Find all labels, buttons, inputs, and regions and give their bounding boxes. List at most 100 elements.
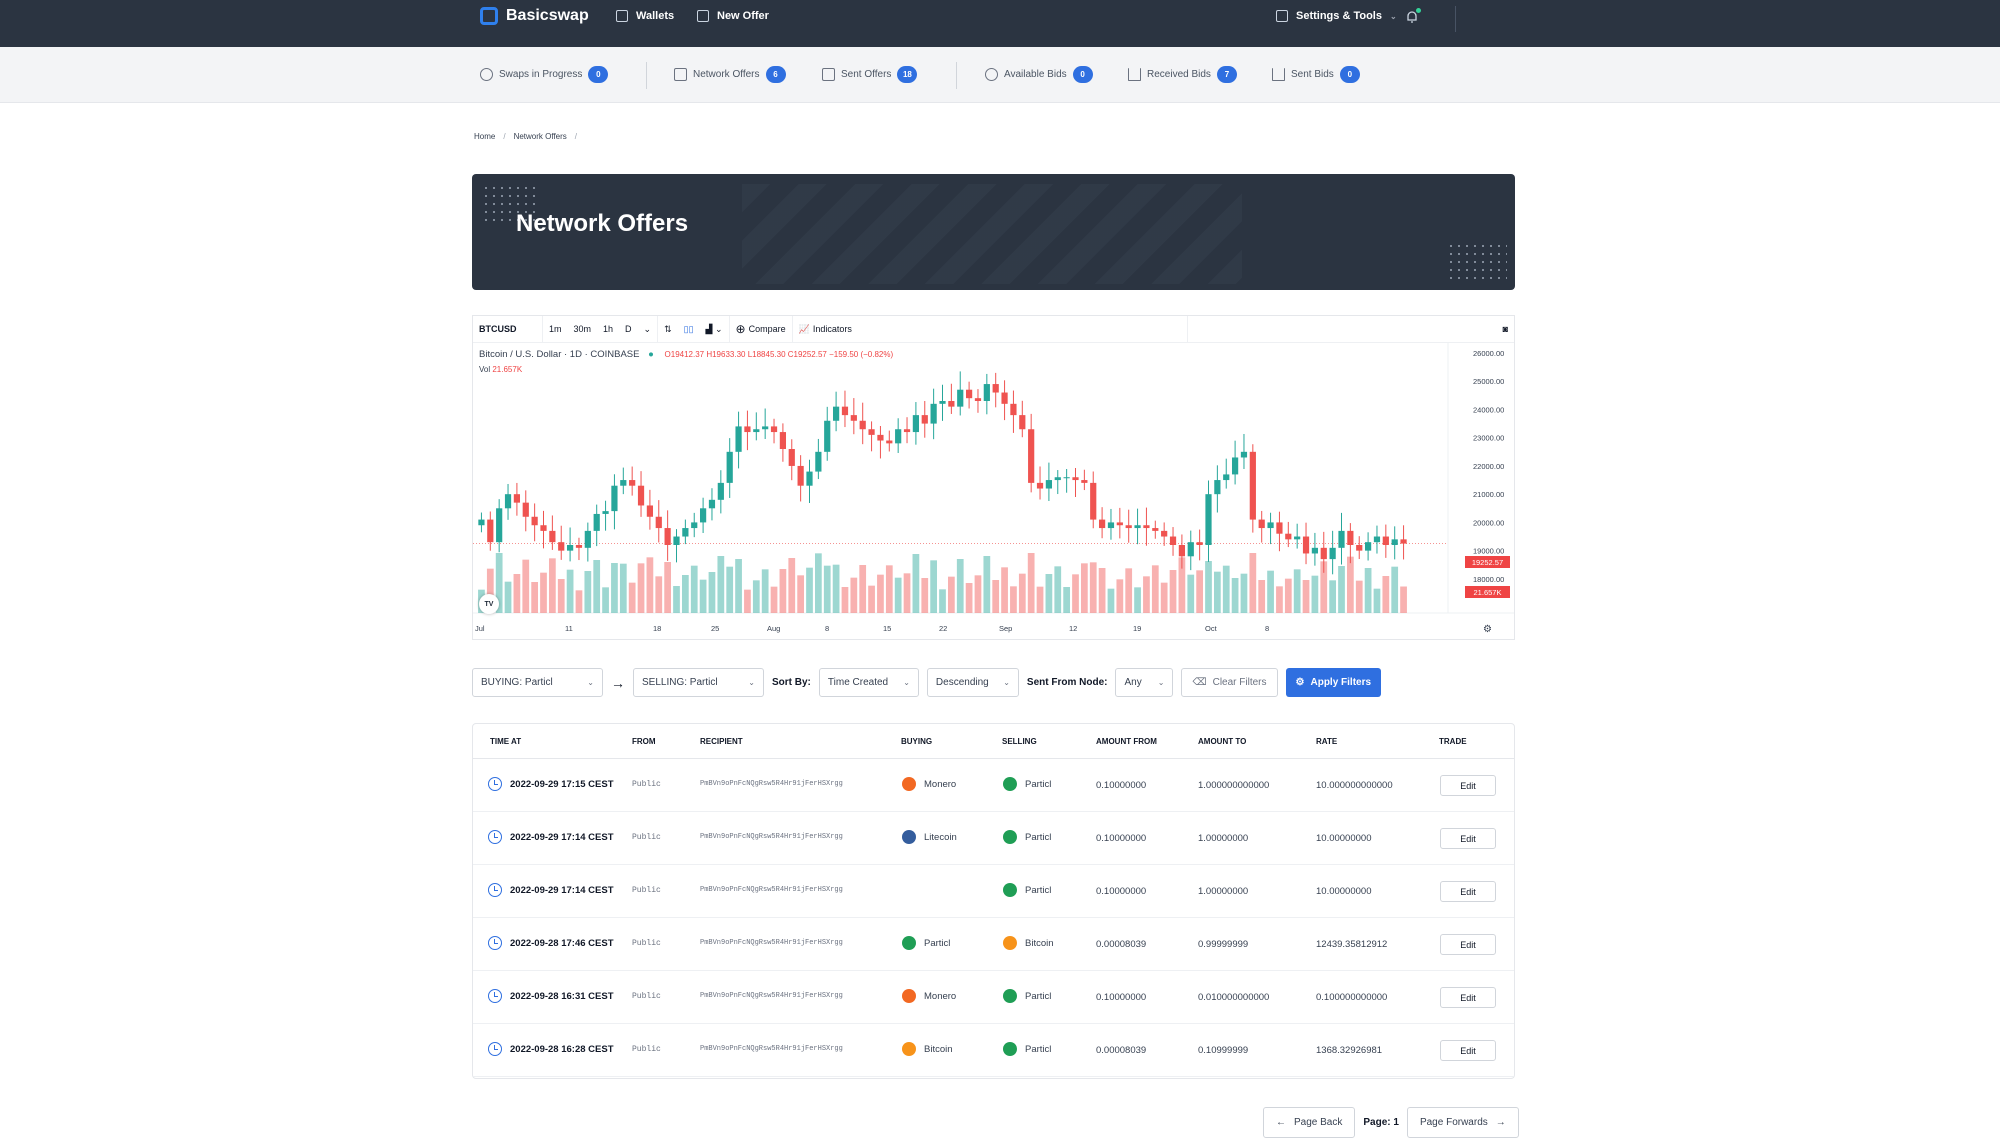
- chevron-down-icon: ⌄: [643, 323, 652, 334]
- recipient-address[interactable]: PmBVn9oPnFcNQgRsw5R4Hr91jFerHSXrgg: [700, 939, 843, 947]
- recipient-address[interactable]: PmBVn9oPnFcNQgRsw5R4Hr91jFerHSXrgg: [700, 780, 843, 788]
- notification-bell[interactable]: [1405, 7, 1422, 24]
- volume-bar: [628, 582, 636, 613]
- rate-value: 1368.32926981: [1316, 1045, 1383, 1056]
- candle-body: [1373, 536, 1381, 543]
- edit-button[interactable]: Edit: [1440, 775, 1496, 796]
- subnav-sent-offers[interactable]: Sent Offers 18: [822, 66, 918, 83]
- candle-body: [1205, 494, 1212, 545]
- breadcrumb: Home / Network Offers /: [474, 132, 577, 141]
- candle-body: [957, 389, 964, 407]
- volume-bar: [947, 576, 955, 613]
- interval-30m[interactable]: 30m: [568, 316, 598, 342]
- candle-body: [1081, 480, 1088, 483]
- bar-style-icon[interactable]: ⇅: [658, 316, 678, 342]
- arrow-right-icon: →: [611, 674, 625, 691]
- selling-coin-name: Particl: [1025, 831, 1052, 843]
- selling-cell: Particl: [1003, 777, 1051, 791]
- volume-bar: [1134, 587, 1141, 613]
- clear-filters-label: Clear Filters: [1212, 677, 1267, 688]
- area-style-icon[interactable]: ▟ ⌄: [700, 316, 730, 342]
- volume-bar: [832, 564, 840, 613]
- recipient-address[interactable]: PmBVn9oPnFcNQgRsw5R4Hr91jFerHSXrgg: [700, 833, 843, 841]
- compare-button[interactable]: ⊕ Compare: [730, 316, 793, 342]
- candle-body: [1063, 477, 1070, 479]
- candle-body: [1294, 536, 1301, 540]
- subnav-network-offers[interactable]: Network Offers 6: [674, 66, 786, 83]
- offers-table: TIME AT FROM RECIPIENT BUYING SELLING AM…: [472, 723, 1515, 1079]
- subnav-label: Received Bids: [1147, 69, 1211, 80]
- volume-bar: [1373, 588, 1381, 613]
- interval-d[interactable]: D: [619, 316, 638, 342]
- edit-button[interactable]: Edit: [1440, 987, 1496, 1008]
- candle-body: [806, 471, 813, 486]
- nav-wallets[interactable]: Wallets: [616, 10, 674, 22]
- edit-button[interactable]: Edit: [1440, 1040, 1496, 1061]
- tradingview-logo-icon[interactable]: TV: [479, 594, 499, 614]
- subnav-swaps-in-progress[interactable]: Swaps in Progress 0: [480, 66, 609, 83]
- settings-tools-menu[interactable]: Settings & Tools ⌄: [1276, 10, 1397, 22]
- recipient-address[interactable]: PmBVn9oPnFcNQgRsw5R4Hr91jFerHSXrgg: [700, 992, 843, 1000]
- indicators-button[interactable]: 📈 Indicators: [793, 316, 1188, 342]
- banner-dots: [1447, 242, 1507, 282]
- download-icon: [1128, 68, 1141, 81]
- candle-body: [1347, 530, 1354, 545]
- edit-button[interactable]: Edit: [1440, 881, 1496, 902]
- interval-1m[interactable]: 1m: [543, 316, 568, 342]
- count-badge: 0: [1339, 66, 1360, 83]
- recipient-address[interactable]: PmBVn9oPnFcNQgRsw5R4Hr91jFerHSXrgg: [700, 886, 843, 894]
- breadcrumb-network-offers[interactable]: Network Offers: [514, 132, 567, 141]
- selling-select[interactable]: SELLING: Particl ⌄: [633, 668, 764, 697]
- interval-1h[interactable]: 1h: [597, 316, 619, 342]
- nav-new-offer[interactable]: New Offer: [697, 10, 769, 22]
- date-tick-label: Sep: [999, 624, 1012, 633]
- candle-body: [921, 415, 928, 424]
- sort-direction-select[interactable]: Descending ⌄: [926, 668, 1019, 697]
- time-value: 2022-09-28 16:28 CEST: [510, 1043, 614, 1055]
- candle-style-icon[interactable]: ▯▯: [678, 316, 700, 342]
- sent-from-node-label: Sent From Node:: [1026, 677, 1108, 688]
- buying-select[interactable]: BUYING: Particl ⌄: [472, 668, 603, 697]
- candle-body: [779, 432, 787, 449]
- volume-bar: [1010, 586, 1017, 613]
- recipient-address[interactable]: PmBVn9oPnFcNQgRsw5R4Hr91jFerHSXrgg: [700, 1045, 843, 1053]
- volume-bar: [1240, 573, 1248, 613]
- volume-bar: [983, 556, 991, 613]
- subnav-available-bids[interactable]: Available Bids 0: [985, 66, 1093, 83]
- chart-symbol[interactable]: BTCUSD: [473, 316, 543, 342]
- sort-field-select[interactable]: Time Created ⌄: [818, 668, 919, 697]
- candle-body: [1356, 545, 1363, 551]
- subnav-divider: [956, 62, 957, 89]
- volume-bar: [868, 585, 875, 613]
- apply-filters-button[interactable]: ⚙ Apply Filters: [1285, 668, 1382, 697]
- volume-bar: [1116, 579, 1124, 613]
- chevron-down-icon: ⌄: [748, 678, 755, 687]
- volume-bar: [885, 565, 893, 613]
- edit-button[interactable]: Edit: [1440, 934, 1496, 955]
- candle-body: [1400, 539, 1407, 544]
- date-tick-label: 8: [1265, 624, 1269, 633]
- filter-icon: ⚙: [1295, 677, 1305, 688]
- node-select[interactable]: Any ⌄: [1115, 668, 1174, 697]
- subnav-received-bids[interactable]: Received Bids 7: [1128, 66, 1237, 83]
- price-chart[interactable]: BTCUSD 1m 30m 1h D ⌄ ⇅ ▯▯ ▟ ⌄ ⊕ Compare …: [472, 315, 1515, 640]
- volume-label: Vol: [479, 365, 491, 374]
- camera-icon[interactable]: ◙: [1497, 316, 1514, 342]
- clear-filters-button[interactable]: ⌫ Clear Filters: [1181, 668, 1278, 697]
- sent-offers-icon: [822, 68, 835, 81]
- subnav-label: Swaps in Progress: [499, 69, 583, 80]
- from-value: Public: [632, 992, 661, 1001]
- breadcrumb-home[interactable]: Home: [474, 132, 495, 141]
- interval-dropdown[interactable]: ⌄: [638, 316, 659, 342]
- brand[interactable]: Basicswap: [480, 7, 589, 25]
- date-tick-label: 19: [1133, 624, 1141, 633]
- page-back-button[interactable]: ← Page Back: [1263, 1107, 1356, 1138]
- edit-button[interactable]: Edit: [1440, 828, 1496, 849]
- candle-body: [850, 415, 857, 421]
- subnav-sent-bids[interactable]: Sent Bids 0: [1272, 66, 1360, 83]
- candle-body: [1258, 519, 1265, 529]
- subnav-label: Sent Offers: [841, 69, 892, 80]
- volume-bar: [770, 586, 778, 613]
- page-forward-button[interactable]: Page Forwards →: [1406, 1107, 1519, 1138]
- candle-body: [1311, 547, 1319, 554]
